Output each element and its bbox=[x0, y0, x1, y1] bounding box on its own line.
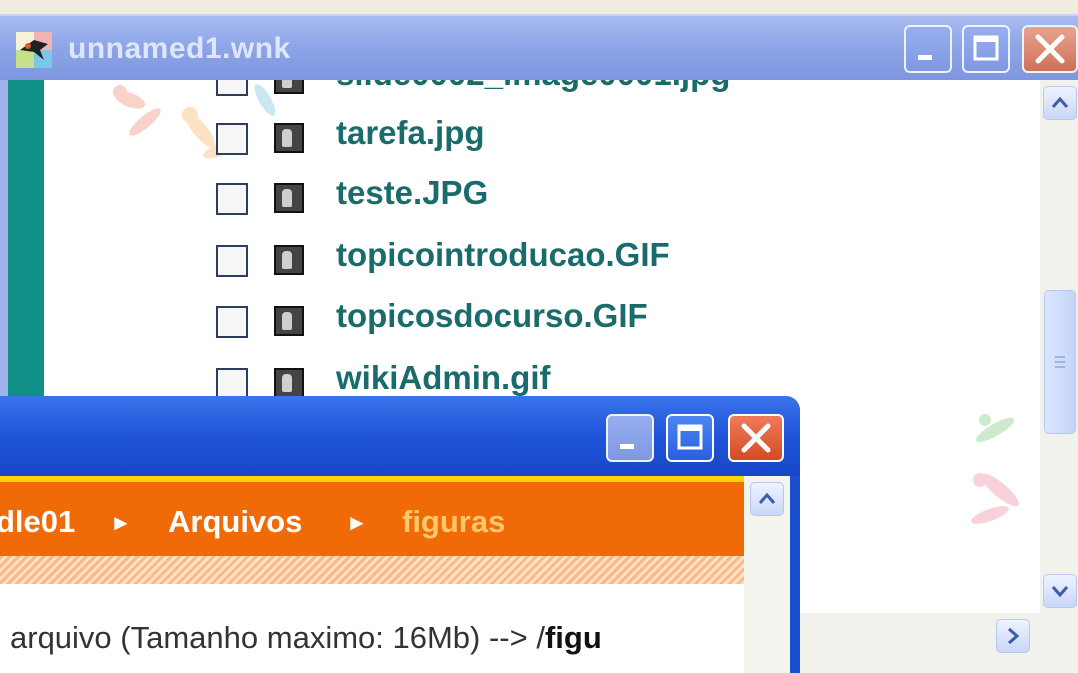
file-checkbox[interactable] bbox=[216, 123, 248, 155]
file-checkbox[interactable] bbox=[216, 80, 248, 96]
decorative-figures bbox=[971, 414, 1019, 524]
upload-info: arquivo (Tamanho maximo: 16Mb) --> /figu bbox=[10, 620, 602, 656]
front-window: dle01 ► Arquivos ► figuras arquivo (Tama… bbox=[0, 396, 800, 673]
breadcrumb-item-course[interactable]: dle01 bbox=[0, 504, 75, 540]
app-icon bbox=[16, 32, 52, 68]
file-name[interactable]: topicointroducao.GIF bbox=[336, 236, 670, 274]
image-file-icon bbox=[274, 368, 304, 398]
image-file-icon bbox=[274, 123, 304, 153]
upload-path: figu bbox=[544, 620, 602, 655]
scroll-up-button[interactable] bbox=[750, 482, 784, 516]
scroll-up-button[interactable] bbox=[1043, 86, 1077, 120]
window-border bbox=[790, 476, 800, 673]
scroll-right-button[interactable] bbox=[996, 619, 1030, 653]
breadcrumb-separator: ► bbox=[110, 510, 132, 535]
scroll-down-button[interactable] bbox=[1043, 574, 1077, 608]
grip-icon bbox=[1055, 356, 1065, 368]
back-window-horizontal-scrollbar[interactable] bbox=[800, 613, 1078, 673]
arrow-up-icon bbox=[758, 492, 776, 504]
maximize-button[interactable] bbox=[962, 25, 1010, 73]
back-window-vertical-scrollbar[interactable] bbox=[1040, 80, 1078, 613]
file-name[interactable]: topicosdocurso.GIF bbox=[336, 297, 648, 335]
image-file-icon bbox=[274, 183, 304, 213]
image-file-icon bbox=[274, 306, 304, 336]
file-name[interactable]: teste.JPG bbox=[336, 174, 488, 212]
breadcrumb-item-current: figuras bbox=[402, 504, 506, 539]
image-file-icon bbox=[274, 245, 304, 275]
minimize-icon bbox=[620, 444, 634, 449]
maximize-icon bbox=[973, 35, 999, 61]
scroll-thumb[interactable] bbox=[1044, 290, 1076, 434]
header-stripes bbox=[0, 556, 744, 584]
close-icon bbox=[1035, 34, 1065, 64]
maximize-button[interactable] bbox=[666, 414, 714, 462]
close-button[interactable] bbox=[1022, 25, 1078, 73]
back-window-titlebar[interactable]: unnamed1.wnk bbox=[0, 14, 1078, 82]
minimize-button[interactable] bbox=[904, 25, 952, 73]
file-checkbox[interactable] bbox=[216, 245, 248, 277]
arrow-up-icon bbox=[1051, 96, 1069, 108]
front-window-titlebar[interactable] bbox=[0, 396, 800, 476]
upload-panel: arquivo (Tamanho maximo: 16Mb) --> /figu bbox=[0, 584, 744, 673]
close-icon bbox=[741, 423, 771, 453]
file-checkbox[interactable] bbox=[216, 306, 248, 338]
front-window-vertical-scrollbar[interactable] bbox=[744, 476, 790, 673]
breadcrumb-separator: ► bbox=[346, 510, 368, 535]
close-button[interactable] bbox=[728, 414, 784, 462]
breadcrumb-item-arquivos[interactable]: Arquivos bbox=[168, 504, 302, 540]
back-window-title: unnamed1.wnk bbox=[68, 32, 291, 65]
file-checkbox[interactable] bbox=[216, 183, 248, 215]
image-file-icon bbox=[274, 80, 304, 94]
upload-info-text: arquivo (Tamanho maximo: 16Mb) --> / bbox=[10, 620, 545, 655]
file-name[interactable]: wikiAdmin.gif bbox=[336, 359, 551, 397]
arrow-down-icon bbox=[1051, 586, 1069, 598]
maximize-icon bbox=[677, 424, 703, 450]
arrow-right-icon bbox=[1008, 627, 1020, 645]
minimize-button[interactable] bbox=[606, 414, 654, 462]
minimize-icon bbox=[918, 55, 932, 60]
breadcrumb: dle01 ► Arquivos ► figuras bbox=[0, 476, 744, 556]
file-name[interactable]: tarefa.jpg bbox=[336, 114, 485, 152]
file-name[interactable]: slide0002_image0001.jpg bbox=[336, 80, 730, 93]
